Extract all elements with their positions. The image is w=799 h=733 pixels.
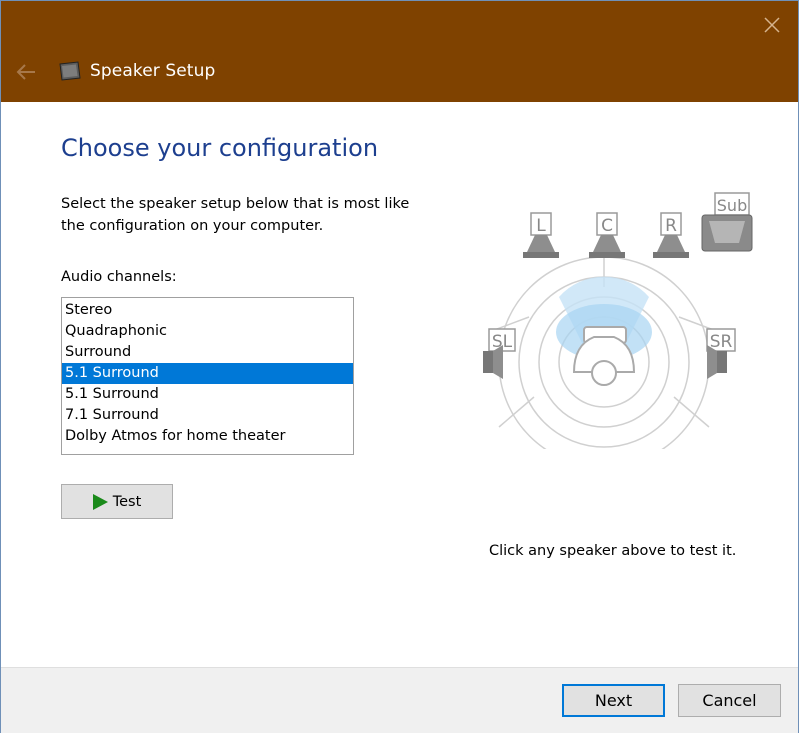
list-item-surround[interactable]: Surround xyxy=(62,342,353,363)
list-item-stereo[interactable]: Stereo xyxy=(62,300,353,321)
listener-icon xyxy=(572,326,636,386)
test-hint-text: Click any speaker above to test it. xyxy=(489,543,737,559)
window-title: Speaker Setup xyxy=(90,61,216,81)
speaker-setup-window: Speaker Setup Choose your configuration … xyxy=(0,0,799,733)
speaker-surround-left[interactable]: SL xyxy=(483,328,516,379)
title-bar: Speaker Setup xyxy=(1,1,798,102)
speaker-subwoofer[interactable]: Sub xyxy=(701,192,753,252)
speaker-center-label: C xyxy=(601,216,613,236)
speaker-left-label: L xyxy=(536,216,546,236)
test-button-label: Test xyxy=(112,493,142,510)
speaker-diagram: L C R Sub SL SR xyxy=(483,192,753,449)
list-item-5-1-surround[interactable]: 5.1 Surround xyxy=(62,384,353,405)
test-button[interactable]: Test xyxy=(61,484,173,519)
speaker-subwoofer-label: Sub xyxy=(717,196,747,215)
speaker-left[interactable]: L xyxy=(523,212,559,258)
speaker-icon xyxy=(59,61,81,81)
close-icon[interactable] xyxy=(760,13,784,37)
list-item-quadraphonic[interactable]: Quadraphonic xyxy=(62,321,353,342)
list-item-7-1-surround[interactable]: 7.1 Surround xyxy=(62,405,353,426)
audio-channels-label: Audio channels: xyxy=(61,269,177,285)
speaker-right[interactable]: R xyxy=(653,212,689,258)
speaker-right-label: R xyxy=(665,216,677,236)
speaker-surround-right[interactable]: SR xyxy=(706,328,736,379)
back-arrow-icon[interactable] xyxy=(13,59,39,85)
play-icon xyxy=(92,493,108,510)
speaker-center[interactable]: C xyxy=(589,212,625,258)
cancel-button[interactable]: Cancel xyxy=(678,684,781,717)
list-item-dolby-atmos[interactable]: Dolby Atmos for home theater xyxy=(62,426,353,447)
page-title: Choose your configuration xyxy=(61,134,379,162)
audio-channels-list[interactable]: Stereo Quadraphonic Surround 5.1 Surroun… xyxy=(61,297,354,455)
instructions-text: Select the speaker setup below that is m… xyxy=(61,196,410,234)
next-button[interactable]: Next xyxy=(562,684,665,717)
list-item-5-1-surround-selected[interactable]: 5.1 Surround xyxy=(62,363,353,384)
